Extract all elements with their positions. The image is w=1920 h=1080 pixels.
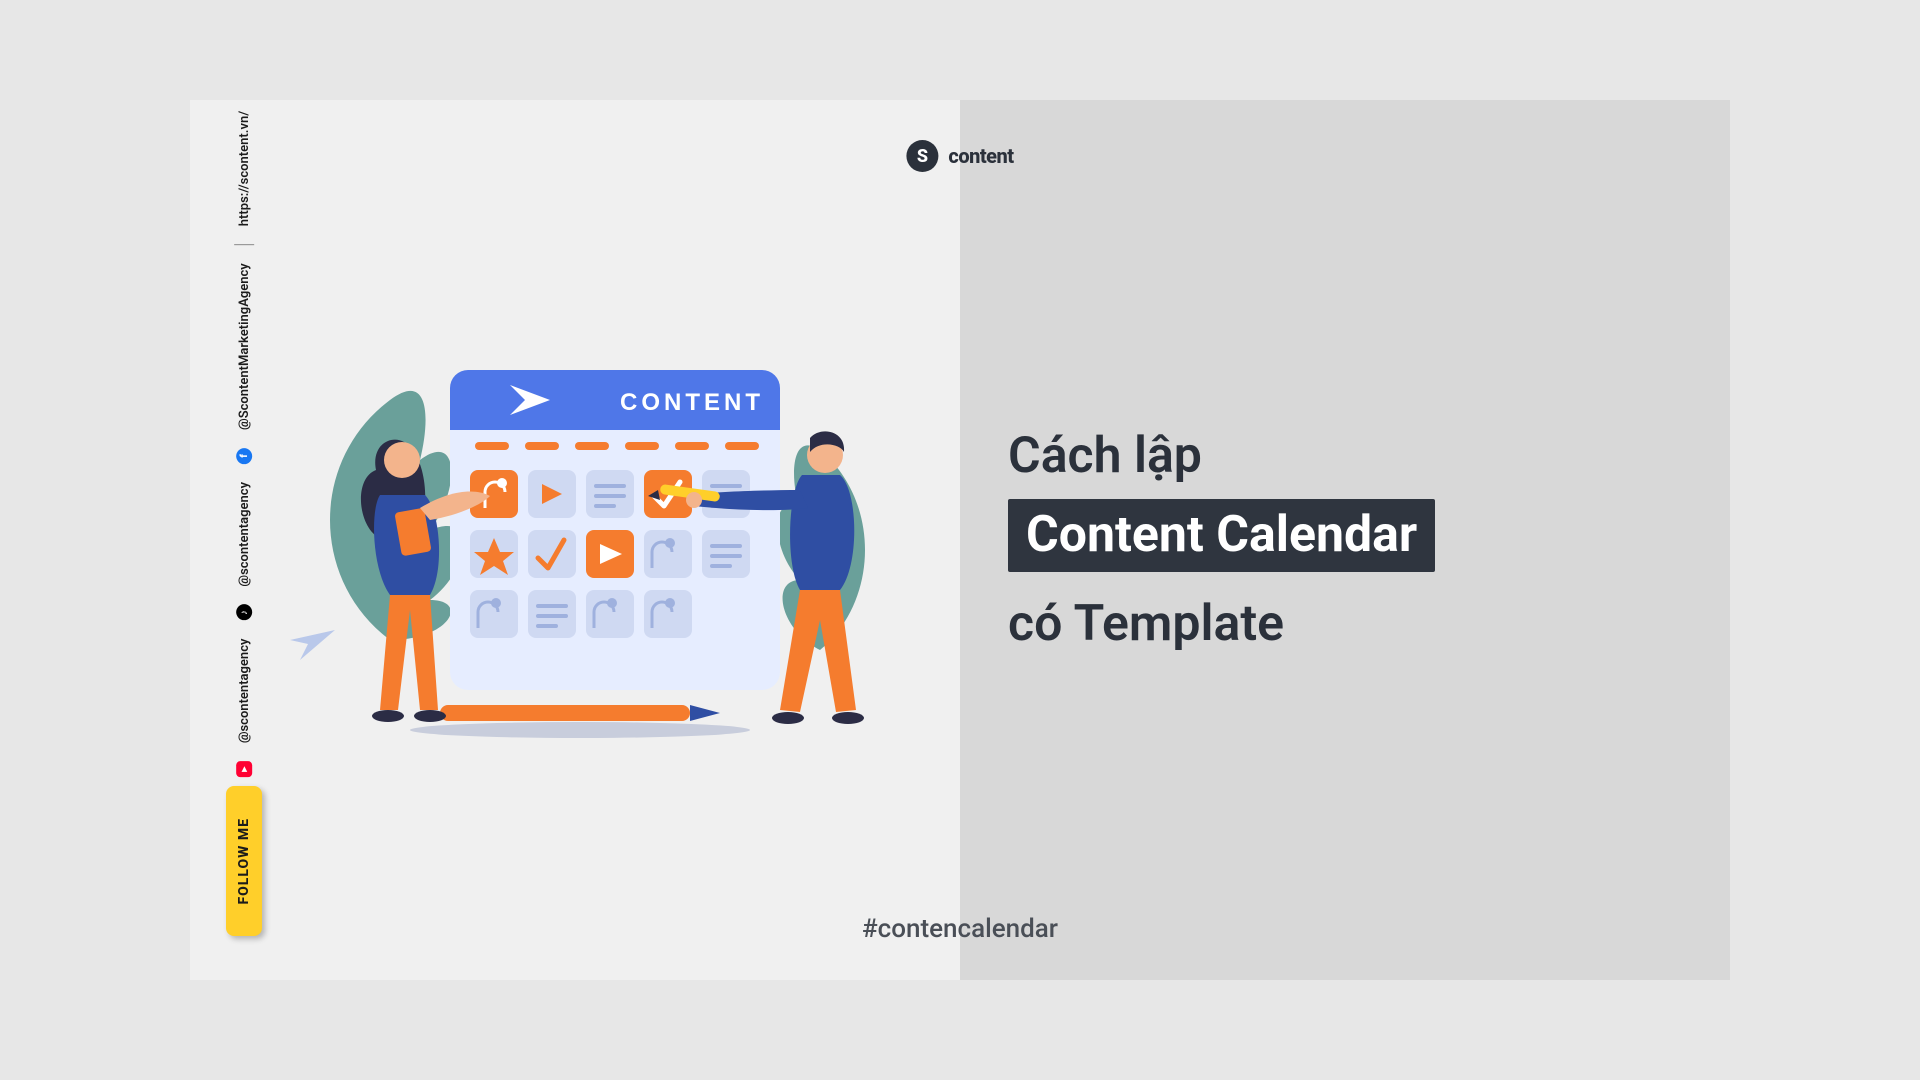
youtube-handle[interactable]: @scontentagency: [237, 639, 252, 744]
website-url[interactable]: https://scontent.vn/: [237, 111, 252, 226]
brand-badge-icon: S: [906, 140, 938, 172]
youtube-icon[interactable]: ▸: [236, 761, 252, 777]
left-panel: CONTENT: [190, 100, 960, 980]
headline: Cách lập Content Calendar có Template: [1008, 424, 1730, 657]
headline-line3: có Template: [1008, 592, 1730, 657]
hashtag: #contencalendar: [862, 914, 1058, 944]
illustration: CONTENT: [280, 340, 900, 770]
tiktok-icon[interactable]: ♪: [236, 605, 252, 621]
tiktok-handle[interactable]: @scontentagency: [237, 482, 252, 587]
calendar-icon: CONTENT: [450, 370, 780, 690]
facebook-icon[interactable]: f: [236, 448, 252, 464]
facebook-handle[interactable]: @ScontentMarketingAgency: [237, 263, 252, 430]
follow-me-label: FOLLOW ME: [236, 818, 252, 905]
headline-line1: Cách lập: [1008, 424, 1730, 489]
calendar-label: CONTENT: [620, 389, 764, 416]
divider-icon: [234, 244, 254, 245]
headline-highlight: Content Calendar: [1008, 499, 1435, 572]
social-rail: ▸ @scontentagency ♪ @scontentagency f @S…: [232, 128, 256, 760]
brand-badge-letter: S: [917, 146, 928, 167]
right-panel: Cách lập Content Calendar có Template: [960, 100, 1730, 980]
brand: S content: [906, 140, 1013, 172]
brand-name: content: [948, 144, 1013, 168]
pencil-icon: [410, 705, 750, 738]
card: CONTENT: [190, 100, 1730, 980]
follow-me-button[interactable]: FOLLOW ME: [226, 786, 262, 936]
paperplane-icon: [290, 630, 335, 660]
